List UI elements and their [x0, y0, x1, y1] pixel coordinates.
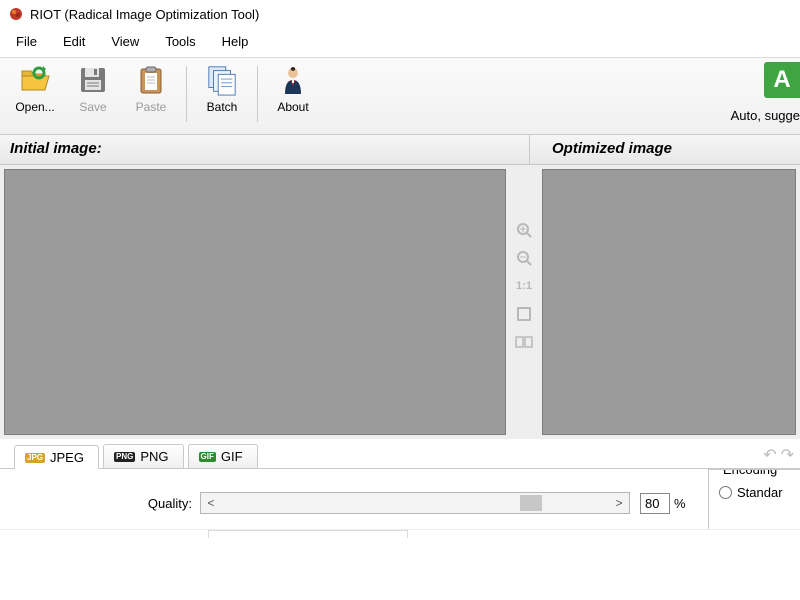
partial-control [208, 530, 408, 538]
encoding-group: Encoding Standar [708, 469, 800, 529]
tab-gif-label: GIF [221, 449, 243, 464]
slider-track[interactable] [221, 493, 609, 513]
person-icon [277, 64, 309, 96]
jpeg-options: Quality: < > 80 % Encoding Standar [0, 469, 800, 529]
refresh-icons: ↶ ↷ [763, 445, 794, 465]
app-icon [8, 6, 24, 22]
tab-png-label: PNG [140, 449, 168, 464]
auto-suggest-label: Auto, sugge [731, 108, 800, 123]
batch-button[interactable]: Batch [193, 62, 251, 114]
batch-icon [206, 64, 238, 96]
gif-badge-icon: GIF [199, 452, 216, 462]
tab-gif[interactable]: GIF GIF [188, 444, 258, 468]
fit-window-icon[interactable] [515, 305, 533, 323]
menu-help[interactable]: Help [212, 32, 259, 51]
batch-label: Batch [207, 100, 238, 114]
encoding-standard-label: Standar [737, 485, 783, 500]
menu-view[interactable]: View [101, 32, 149, 51]
optimized-image-header: Optimized image [530, 135, 800, 164]
clipboard-icon [135, 64, 167, 96]
quality-input[interactable]: 80 [640, 493, 670, 514]
toolbar: Open... Save Paste [0, 57, 800, 135]
dual-view-icon[interactable] [515, 333, 533, 351]
image-panes: 1:1 [0, 165, 800, 439]
initial-image-header: Initial image: [0, 135, 530, 164]
menu-edit[interactable]: Edit [53, 32, 95, 51]
tab-jpeg[interactable]: JPG JPEG [14, 445, 99, 469]
folder-open-icon [19, 64, 51, 96]
slider-right-arrow-icon[interactable]: > [609, 496, 629, 510]
open-label: Open... [15, 100, 54, 114]
slider-thumb[interactable] [520, 495, 542, 511]
quality-label: Quality: [0, 496, 200, 511]
paste-label: Paste [136, 100, 167, 114]
pane-headers: Initial image: Optimized image [0, 135, 800, 165]
save-label: Save [79, 100, 106, 114]
auto-badge-icon: A [764, 62, 800, 98]
format-tabs: JPG JPEG PNG PNG GIF GIF ↶ ↷ [0, 439, 800, 469]
optimized-image-pane[interactable] [542, 169, 796, 435]
slider-left-arrow-icon[interactable]: < [201, 496, 221, 510]
png-badge-icon: PNG [114, 452, 135, 462]
save-button[interactable]: Save [64, 62, 122, 114]
open-button[interactable]: Open... [6, 62, 64, 114]
initial-image-pane[interactable] [4, 169, 506, 435]
window-title: RIOT (Radical Image Optimization Tool) [30, 7, 259, 22]
toolbar-separator-2 [257, 66, 258, 122]
tab-jpeg-label: JPEG [50, 450, 84, 465]
about-label: About [277, 100, 308, 114]
encoding-legend: Encoding [719, 469, 781, 477]
auto-suggest-block[interactable]: A Auto, sugge [716, 62, 800, 123]
encoding-standard-option[interactable]: Standar [719, 485, 800, 500]
about-button[interactable]: About [264, 62, 322, 114]
paste-button[interactable]: Paste [122, 62, 180, 114]
percent-label: % [674, 496, 686, 511]
undo-icon[interactable]: ↶ [763, 445, 776, 465]
bottom-strip [0, 529, 800, 541]
toolbar-separator [186, 66, 187, 122]
floppy-disk-icon [77, 64, 109, 96]
menu-bar: File Edit View Tools Help [0, 28, 800, 57]
zoom-out-icon[interactable] [515, 249, 533, 267]
tab-png[interactable]: PNG PNG [103, 444, 184, 468]
title-bar: RIOT (Radical Image Optimization Tool) [0, 0, 800, 28]
menu-file[interactable]: File [6, 32, 47, 51]
zoom-tool-strip: 1:1 [510, 165, 538, 439]
encoding-standard-radio[interactable] [719, 486, 732, 499]
zoom-actual-icon[interactable]: 1:1 [515, 277, 533, 295]
zoom-in-icon[interactable] [515, 221, 533, 239]
menu-tools[interactable]: Tools [155, 32, 205, 51]
quality-slider[interactable]: < > [200, 492, 630, 514]
redo-icon[interactable]: ↷ [781, 445, 794, 465]
jpeg-badge-icon: JPG [25, 453, 45, 463]
